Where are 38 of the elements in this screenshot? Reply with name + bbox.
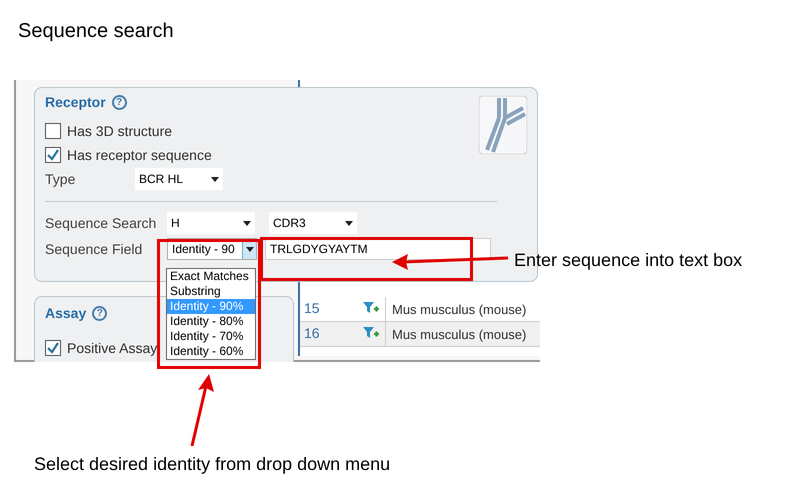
dropdown-option[interactable]: Identity - 80%	[167, 314, 255, 329]
chain-select[interactable]: H	[167, 212, 255, 234]
field-label: Sequence Field	[45, 240, 144, 259]
field-label: Sequence Search	[45, 214, 158, 233]
checkbox-label: Has 3D structure	[67, 122, 172, 140]
dropdown-option[interactable]: Identity - 60%	[167, 344, 255, 359]
row-number: 15	[303, 299, 321, 318]
row-number: 16	[303, 324, 321, 343]
field-label: Type	[45, 170, 76, 189]
organism-cell-text: Mus musculus (mouse)	[391, 326, 526, 344]
checkbox[interactable]	[45, 147, 61, 163]
checkbox-label: Has receptor sequence	[67, 146, 212, 165]
dropdown-option[interactable]: Substring	[167, 284, 255, 299]
dropdown-option[interactable]: Identity - 70%	[167, 329, 255, 344]
caret-icon	[211, 176, 219, 182]
caret-icon	[246, 246, 254, 252]
region-select[interactable]: CDR3	[269, 212, 357, 234]
section-title: Assay	[45, 304, 86, 323]
checkmark-icon	[47, 149, 59, 161]
filter-add-icon[interactable]	[362, 327, 378, 341]
checkbox[interactable]	[45, 123, 61, 139]
checkmark-icon	[47, 342, 59, 354]
type-select[interactable]: BCR HL	[135, 168, 223, 190]
antibody-icon	[479, 96, 527, 154]
dropdown-option[interactable]: Exact Matches	[167, 269, 255, 284]
section-title: Receptor	[45, 93, 106, 112]
annotation-text: Select desired identity from drop down menu	[34, 453, 390, 476]
checkbox[interactable]	[45, 340, 61, 356]
annotation-text: Enter sequence into text box	[514, 249, 742, 272]
help-icon[interactable]: ?	[92, 306, 108, 321]
caret-icon	[243, 220, 251, 226]
filter-add-icon[interactable]	[362, 302, 378, 316]
caret-icon	[345, 220, 353, 226]
organism-cell-text: Mus musculus (mouse)	[391, 301, 526, 319]
arrow	[188, 374, 216, 446]
checkbox-label: Positive Assay	[67, 338, 158, 358]
help-icon[interactable]: ?	[112, 95, 127, 110]
page-title: Sequence search	[18, 19, 174, 44]
